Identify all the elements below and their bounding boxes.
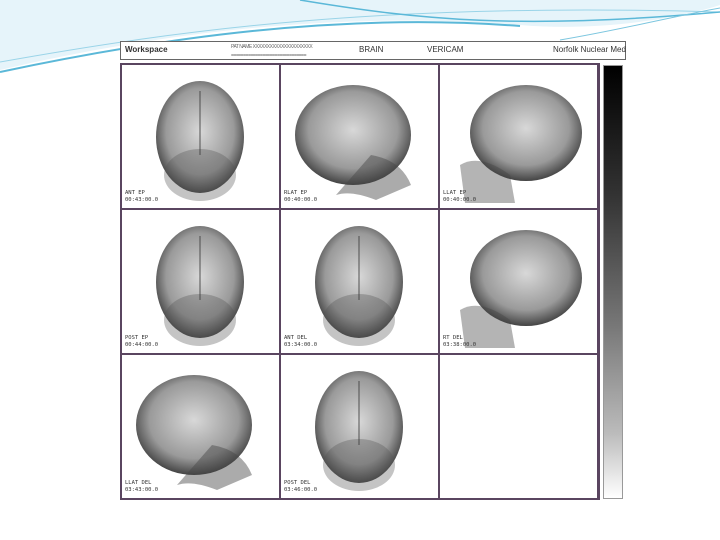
image-grid: ANT EP 00:43:00.0 RLAT EP 00:40:00.0 LLA… (120, 63, 600, 500)
scan-time: 03:34:00.0 (284, 342, 318, 348)
scan-label: LLAT EP 00:40:00.0 (443, 190, 476, 204)
patient-info-line2: =============================== (231, 53, 307, 59)
scan-label: LLAT DEL 03:43:00.0 (125, 480, 158, 494)
scan-label: ANT DEL 03:34:00.0 (284, 335, 317, 349)
scan-time: 00:44:00.0 (125, 342, 159, 348)
scan-cell[interactable]: RLAT EP 00:40:00.0 (281, 65, 438, 208)
brain-scan-image (460, 230, 582, 348)
nuclear-medicine-viewer: Workspace PAT NAME XXXXXXXXXXXXXXXXXXXXX… (120, 41, 626, 500)
scan-view: POST DEL (284, 480, 311, 486)
scan-time: 03:46:00.0 (284, 487, 318, 493)
scan-view: ANT EP (125, 190, 145, 196)
scan-label: RLAT EP 00:40:00.0 (284, 190, 317, 204)
brain-scan-image (315, 226, 403, 346)
scan-time: 00:43:00.0 (125, 197, 159, 203)
scan-cell[interactable]: RT DEL 03:38:00.0 (440, 210, 597, 353)
scan-view: ANT DEL (284, 335, 308, 341)
patient-info-line1: PAT NAME XXXXXXXXXXXXXXXXXXXXX (231, 44, 313, 50)
scan-label: RT DEL 03:38:00.0 (443, 335, 476, 349)
scan-view: LLAT EP (443, 190, 467, 196)
scan-cell[interactable]: LLAT EP 00:40:00.0 (440, 65, 597, 208)
scan-label: POST EP 00:44:00.0 (125, 335, 158, 349)
scan-cell[interactable]: POST EP 00:44:00.0 (122, 210, 279, 353)
scan-cell[interactable]: POST DEL 03:46:00.0 (281, 355, 438, 498)
empty-scan-cell[interactable] (440, 355, 597, 498)
scan-view: RT DEL (443, 335, 463, 341)
brain-scan-image (156, 226, 244, 346)
scan-time: 03:43:00.0 (125, 487, 159, 493)
scan-time: 00:40:00.0 (443, 197, 477, 203)
scan-time: 03:38:00.0 (443, 342, 477, 348)
scan-label: ANT EP 00:43:00.0 (125, 190, 158, 204)
brain-scan-image (156, 81, 244, 201)
study-name: BRAIN (359, 45, 384, 54)
scan-view: POST EP (125, 335, 149, 341)
scan-time: 00:40:00.0 (284, 197, 318, 203)
study-header: Workspace PAT NAME XXXXXXXXXXXXXXXXXXXXX… (120, 41, 626, 60)
scan-view: RLAT EP (284, 190, 308, 196)
brain-scan-image (315, 371, 403, 491)
camera-name: VERICAM (427, 45, 464, 54)
brain-scan-image (295, 85, 411, 200)
intensity-scale-bar (603, 65, 623, 499)
scan-cell[interactable]: LLAT DEL 03:43:00.0 (122, 355, 279, 498)
site-name: Norfolk Nuclear Med (553, 45, 626, 54)
scan-cell[interactable]: ANT DEL 03:34:00.0 (281, 210, 438, 353)
brain-scan-image (460, 85, 582, 203)
workspace-label[interactable]: Workspace (125, 45, 168, 54)
scan-label: POST DEL 03:46:00.0 (284, 480, 317, 494)
patient-info-text: PAT NAME XXXXXXXXXXXXXXXXXXXXX =========… (231, 44, 313, 59)
brain-scan-image (136, 375, 252, 490)
scan-view: LLAT DEL (125, 480, 152, 486)
scan-cell[interactable]: ANT EP 00:43:00.0 (122, 65, 279, 208)
